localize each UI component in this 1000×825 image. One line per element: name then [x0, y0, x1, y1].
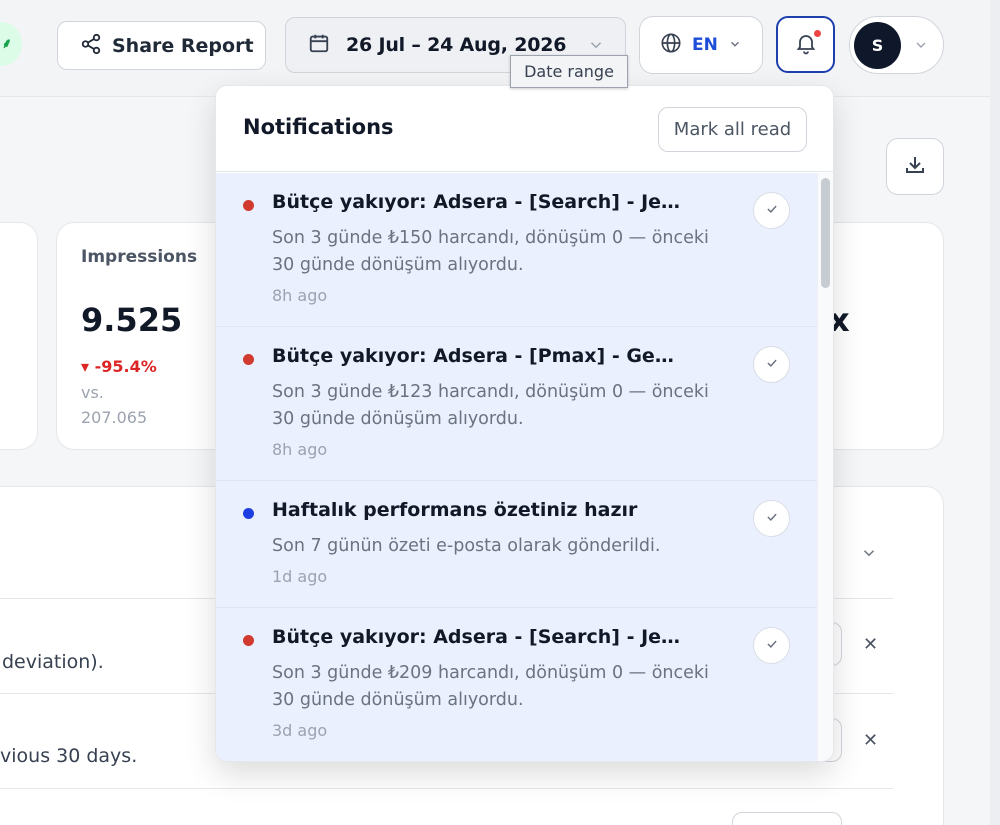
impressions-vs-label: vs. — [81, 383, 104, 402]
check-icon — [765, 509, 779, 528]
user-menu[interactable]: S — [849, 16, 944, 74]
notifications-title: Notifications — [243, 115, 394, 139]
insight-text: vious 30 days. — [0, 745, 138, 767]
download-button[interactable] — [886, 138, 944, 195]
chevron-down-icon — [913, 37, 929, 57]
notification-time: 1d ago — [272, 567, 328, 586]
language-selector[interactable]: EN — [639, 16, 763, 74]
brand-glyph: ⸙ — [1, 36, 13, 52]
metric-card — [0, 222, 38, 450]
top-bar: ⸙ Share Report 26 Jul – 24 Aug, 2026 EN … — [0, 0, 1000, 97]
share-icon — [80, 33, 102, 59]
impressions-card: Impressions 9.525 ▾ -95.4% vs. 207.065 — [56, 222, 236, 450]
notification-title: Haftalık performans özetiniz hazır — [272, 499, 638, 521]
check-icon — [765, 201, 779, 220]
right-edge-panel — [990, 0, 1000, 825]
insight-text: deviation). — [2, 651, 104, 673]
date-range-tooltip: Date range — [510, 55, 628, 88]
unread-dot — [243, 354, 254, 365]
notification-title: Bütçe yakıyor: Adsera - [Search] - Jener… — [272, 191, 682, 213]
notification-title: Bütçe yakıyor: Adsera - [Pmax] - General… — [272, 345, 682, 367]
notification-item[interactable]: Bütçe yakıyor: Adsera - [Pmax] - General… — [216, 327, 817, 481]
share-report-label: Share Report — [112, 34, 254, 57]
close-icon[interactable]: ✕ — [863, 634, 878, 655]
impressions-title: Impressions — [81, 247, 198, 267]
notification-body: Son 3 günde ₺123 harcandı, dönüşüm 0 — ö… — [272, 382, 709, 429]
row-action-button[interactable] — [732, 812, 842, 825]
notification-time: 3d ago — [272, 721, 328, 740]
unread-dot — [243, 635, 254, 646]
chevron-down-icon — [728, 36, 742, 55]
brand-logo[interactable]: ⸙ — [0, 22, 22, 66]
notification-item[interactable]: Bütçe yakıyor: Adsera - [Search] - Jener… — [216, 608, 817, 761]
avatar: S — [854, 21, 901, 69]
date-range-label: 26 Jul – 24 Aug, 2026 — [346, 34, 567, 56]
row-divider — [0, 788, 893, 789]
notification-body: Son 7 günün özeti e-posta olarak gönderi… — [272, 536, 661, 556]
share-report-button[interactable]: Share Report — [57, 21, 266, 70]
notifications-button[interactable] — [776, 16, 835, 73]
unread-dot — [243, 200, 254, 211]
notification-title: Bütçe yakıyor: Adsera - [Search] - Jener… — [272, 626, 682, 648]
notification-time: 8h ago — [272, 286, 328, 305]
unread-dot — [243, 508, 254, 519]
notification-item[interactable]: Bütçe yakıyor: Adsera - [Search] - Jener… — [216, 173, 817, 327]
check-icon — [765, 355, 779, 374]
check-icon — [765, 636, 779, 655]
mark-read-button[interactable] — [753, 500, 790, 537]
notification-body: Son 3 günde ₺209 harcandı, dönüşüm 0 — ö… — [272, 663, 709, 710]
impressions-delta: ▾ -95.4% — [81, 357, 157, 376]
scrollbar-thumb[interactable] — [821, 178, 830, 288]
calendar-icon — [308, 32, 330, 58]
mark-read-button[interactable] — [753, 192, 790, 229]
notification-body: Son 3 günde ₺150 harcandı, dönüşüm 0 — ö… — [272, 228, 709, 275]
mark-read-button[interactable] — [753, 627, 790, 664]
notifications-list: Bütçe yakıyor: Adsera - [Search] - Jener… — [216, 173, 817, 761]
notification-item[interactable]: Haftalık performans özetiniz hazır Son 7… — [216, 481, 817, 608]
download-icon — [903, 153, 927, 181]
globe-icon — [660, 32, 682, 58]
impressions-previous: 207.065 — [81, 408, 148, 427]
close-icon[interactable]: ✕ — [863, 730, 878, 751]
notifications-header: Notifications Mark all read — [216, 86, 833, 172]
unread-indicator — [814, 30, 821, 37]
notifications-dropdown: Notifications Mark all read Bütçe yakıyo… — [215, 85, 834, 762]
mark-read-button[interactable] — [753, 346, 790, 383]
notification-time: 8h ago — [272, 440, 328, 459]
mark-all-read-button[interactable]: Mark all read — [658, 107, 807, 152]
chevron-down-icon[interactable] — [860, 544, 878, 566]
impressions-value: 9.525 — [81, 301, 183, 339]
language-label: EN — [692, 35, 718, 55]
